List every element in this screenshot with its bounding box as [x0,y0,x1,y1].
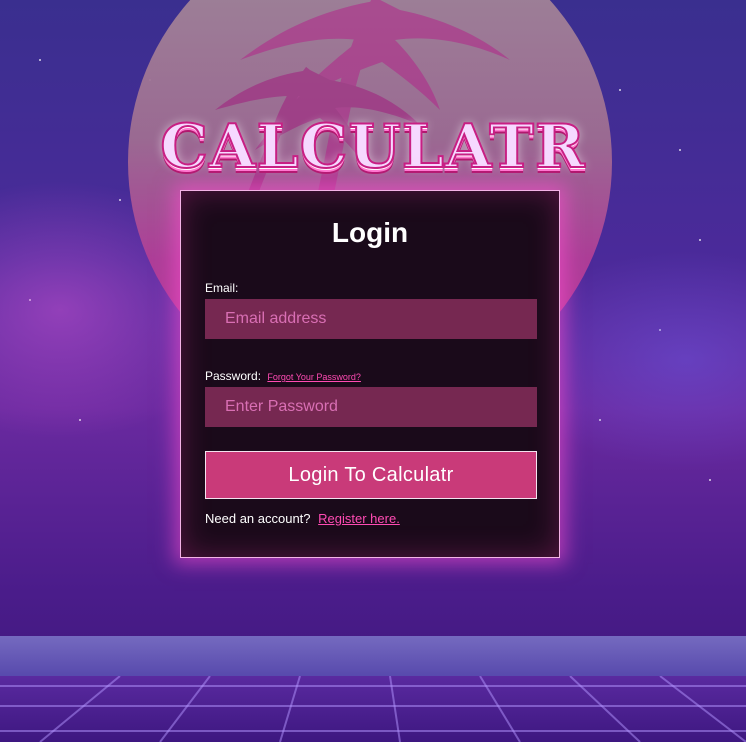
register-prompt: Need an account? Register here. [205,511,400,526]
register-link[interactable]: Register here. [318,511,400,526]
email-label-text: Email: [205,281,239,295]
app-logo: CALCULATR [159,111,586,183]
password-field[interactable] [205,387,537,427]
password-label: Password: Forgot Your Password? [205,369,361,383]
forgot-password-link[interactable]: Forgot Your Password? [267,372,361,382]
email-label: Email: [205,281,238,295]
password-label-text: Password: [205,369,262,383]
grid-floor [0,676,746,742]
login-button[interactable]: Login To Calculatr [205,451,537,499]
horizon-band [0,636,746,676]
need-account-text: Need an account? [205,511,311,526]
email-field[interactable] [205,299,537,339]
page-title: Login [331,217,409,248]
login-card: Login Email: Password: Forgot Your Passw… [180,190,560,558]
